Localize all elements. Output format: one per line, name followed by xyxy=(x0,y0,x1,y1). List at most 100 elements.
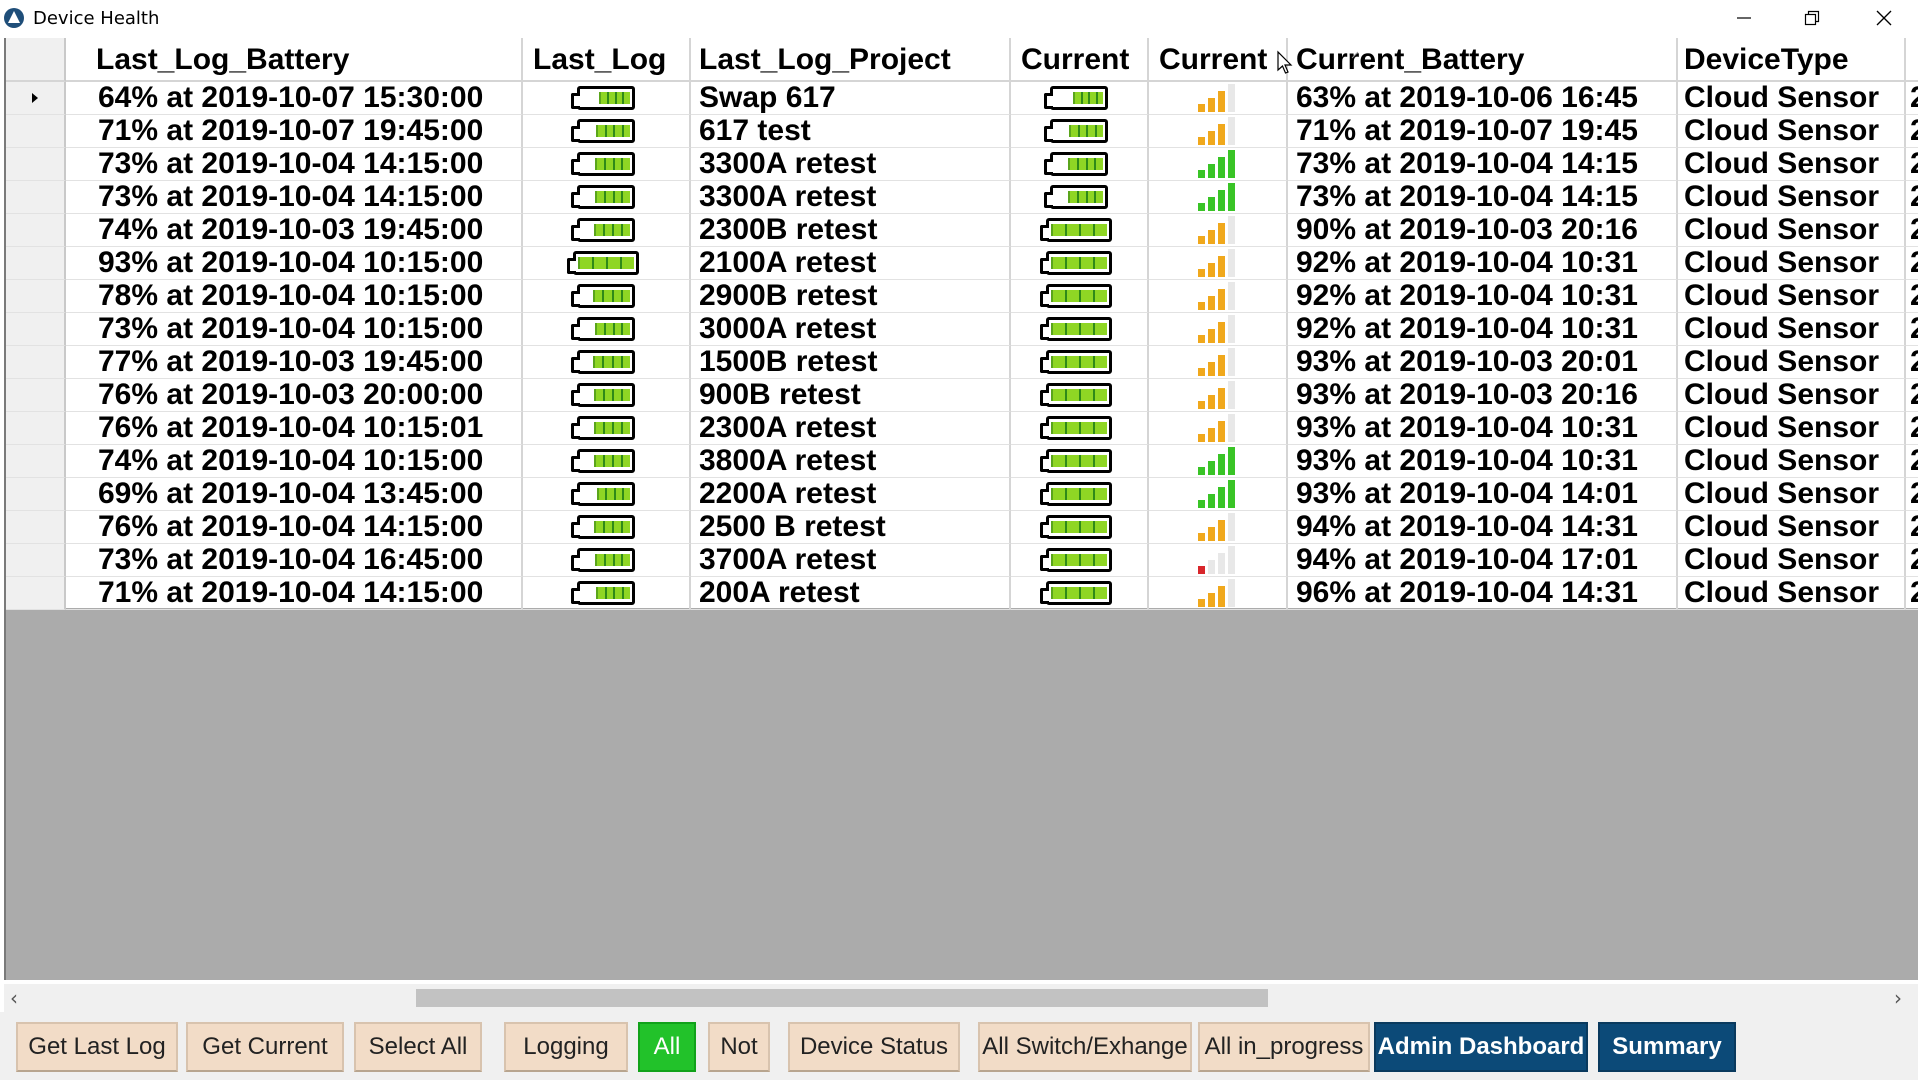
last-log-battery-cell[interactable]: 71% at 2019-10-04 14:15:00 xyxy=(66,577,523,610)
last-log-project-cell[interactable]: Swap 617 xyxy=(691,82,1011,115)
overflow-cell[interactable]: 2 xyxy=(1906,280,1918,313)
row-header[interactable] xyxy=(6,478,66,511)
device-type-cell[interactable]: Cloud Sensor xyxy=(1678,412,1906,445)
last-log-battery-icon-cell[interactable] xyxy=(523,280,691,313)
overflow-cell[interactable]: 2 xyxy=(1906,445,1918,478)
table-row[interactable]: 73% at 2019-10-04 14:15:00 3300A retest 73… xyxy=(6,181,1918,214)
overflow-cell[interactable]: 2 xyxy=(1906,478,1918,511)
horizontal-scrollbar[interactable]: ‹ › xyxy=(4,984,1918,1012)
device-type-cell[interactable]: Cloud Sensor xyxy=(1678,478,1906,511)
current-battery-cell[interactable]: 92% at 2019-10-04 10:31 xyxy=(1288,280,1678,313)
current-signal-cell[interactable] xyxy=(1149,544,1288,577)
get-current-button[interactable]: Get Current xyxy=(186,1022,344,1072)
table-row[interactable]: 71% at 2019-10-07 19:45:00 617 test 71% at… xyxy=(6,115,1918,148)
row-header[interactable] xyxy=(6,280,66,313)
restore-button[interactable] xyxy=(1778,0,1846,36)
device-type-cell[interactable]: Cloud Sensor xyxy=(1678,214,1906,247)
overflow-cell[interactable]: 2 xyxy=(1906,148,1918,181)
row-header[interactable] xyxy=(6,412,66,445)
current-battery-icon-cell[interactable] xyxy=(1011,148,1149,181)
overflow-cell[interactable]: 2 xyxy=(1906,313,1918,346)
current-signal-cell[interactable] xyxy=(1149,82,1288,115)
last-log-project-cell[interactable]: 3700A retest xyxy=(691,544,1011,577)
current-battery-cell[interactable]: 93% at 2019-10-04 10:31 xyxy=(1288,445,1678,478)
last-log-battery-icon-cell[interactable] xyxy=(523,544,691,577)
current-battery-cell[interactable]: 90% at 2019-10-03 20:16 xyxy=(1288,214,1678,247)
device-grid[interactable]: Last_Log_Battery Last_Log Last_Log_Proje… xyxy=(4,38,1918,980)
table-row[interactable]: 74% at 2019-10-03 19:45:00 2300B retest 90… xyxy=(6,214,1918,247)
column-header-current-signal[interactable]: Current xyxy=(1149,38,1288,82)
current-signal-cell[interactable] xyxy=(1149,412,1288,445)
last-log-battery-cell[interactable]: 93% at 2019-10-04 10:15:00 xyxy=(66,247,523,280)
current-signal-cell[interactable] xyxy=(1149,181,1288,214)
last-log-project-cell[interactable]: 2100A retest xyxy=(691,247,1011,280)
last-log-battery-cell[interactable]: 73% at 2019-10-04 14:15:00 xyxy=(66,181,523,214)
current-battery-icon-cell[interactable] xyxy=(1011,247,1149,280)
current-battery-icon-cell[interactable] xyxy=(1011,478,1149,511)
overflow-cell[interactable]: 2 xyxy=(1906,214,1918,247)
column-header-current-battery-icon[interactable]: Current xyxy=(1011,38,1149,82)
current-battery-cell[interactable]: 93% at 2019-10-03 20:01 xyxy=(1288,346,1678,379)
table-row[interactable]: 78% at 2019-10-04 10:15:00 2900B retest 92… xyxy=(6,280,1918,313)
current-signal-cell[interactable] xyxy=(1149,313,1288,346)
current-signal-cell[interactable] xyxy=(1149,511,1288,544)
last-log-battery-cell[interactable]: 69% at 2019-10-04 13:45:00 xyxy=(66,478,523,511)
column-header-overflow[interactable] xyxy=(1906,38,1918,82)
minimize-button[interactable] xyxy=(1710,0,1778,36)
current-battery-cell[interactable]: 93% at 2019-10-04 14:01 xyxy=(1288,478,1678,511)
current-battery-cell[interactable]: 73% at 2019-10-04 14:15 xyxy=(1288,181,1678,214)
last-log-battery-cell[interactable]: 74% at 2019-10-03 19:45:00 xyxy=(66,214,523,247)
table-row[interactable]: 74% at 2019-10-04 10:15:00 3800A retest 93… xyxy=(6,445,1918,478)
overflow-cell[interactable]: 2 xyxy=(1906,346,1918,379)
table-row[interactable]: 73% at 2019-10-04 10:15:00 3000A retest 92… xyxy=(6,313,1918,346)
last-log-battery-icon-cell[interactable] xyxy=(523,577,691,610)
row-header[interactable] xyxy=(6,82,66,115)
table-row[interactable]: 64% at 2019-10-07 15:30:00 Swap 617 63% at… xyxy=(6,82,1918,115)
current-battery-cell[interactable]: 71% at 2019-10-07 19:45 xyxy=(1288,115,1678,148)
select-all-button[interactable]: Select All xyxy=(354,1022,482,1072)
current-signal-cell[interactable] xyxy=(1149,379,1288,412)
logging-button[interactable]: Logging xyxy=(504,1022,628,1072)
device-type-cell[interactable]: Cloud Sensor xyxy=(1678,148,1906,181)
current-battery-icon-cell[interactable] xyxy=(1011,313,1149,346)
row-header[interactable] xyxy=(6,346,66,379)
last-log-battery-icon-cell[interactable] xyxy=(523,511,691,544)
current-signal-cell[interactable] xyxy=(1149,445,1288,478)
not-button[interactable]: Not xyxy=(708,1022,770,1072)
overflow-cell[interactable]: 2 xyxy=(1906,577,1918,610)
all-in-progress-button[interactable]: All in_progress xyxy=(1198,1022,1370,1072)
current-battery-icon-cell[interactable] xyxy=(1011,346,1149,379)
overflow-cell[interactable]: 2 xyxy=(1906,544,1918,577)
last-log-project-cell[interactable]: 2200A retest xyxy=(691,478,1011,511)
current-battery-cell[interactable]: 73% at 2019-10-04 14:15 xyxy=(1288,148,1678,181)
row-header[interactable] xyxy=(6,148,66,181)
table-row[interactable]: 76% at 2019-10-03 20:00:00 900B retest 93%… xyxy=(6,379,1918,412)
last-log-battery-icon-cell[interactable] xyxy=(523,478,691,511)
device-type-cell[interactable]: Cloud Sensor xyxy=(1678,445,1906,478)
overflow-cell[interactable]: 2 xyxy=(1906,511,1918,544)
close-button[interactable] xyxy=(1850,0,1918,36)
last-log-battery-icon-cell[interactable] xyxy=(523,379,691,412)
last-log-battery-cell[interactable]: 64% at 2019-10-07 15:30:00 xyxy=(66,82,523,115)
device-type-cell[interactable]: Cloud Sensor xyxy=(1678,346,1906,379)
table-row[interactable]: 76% at 2019-10-04 10:15:01 2300A retest 93… xyxy=(6,412,1918,445)
row-header[interactable] xyxy=(6,214,66,247)
overflow-cell[interactable]: 2 xyxy=(1906,115,1918,148)
current-battery-cell[interactable]: 93% at 2019-10-03 20:16 xyxy=(1288,379,1678,412)
column-header-last-log-battery[interactable]: Last_Log_Battery xyxy=(66,38,523,82)
last-log-project-cell[interactable]: 617 test xyxy=(691,115,1011,148)
last-log-project-cell[interactable]: 2900B retest xyxy=(691,280,1011,313)
overflow-cell[interactable]: 2 xyxy=(1906,247,1918,280)
device-type-cell[interactable]: Cloud Sensor xyxy=(1678,181,1906,214)
table-row[interactable]: 76% at 2019-10-04 14:15:00 2500 B retest 9… xyxy=(6,511,1918,544)
device-type-cell[interactable]: Cloud Sensor xyxy=(1678,280,1906,313)
current-battery-icon-cell[interactable] xyxy=(1011,445,1149,478)
row-header[interactable] xyxy=(6,247,66,280)
last-log-battery-icon-cell[interactable] xyxy=(523,445,691,478)
scroll-left-arrow-icon[interactable]: ‹ xyxy=(10,986,18,1010)
table-row[interactable]: 73% at 2019-10-04 16:45:00 3700A retest 94… xyxy=(6,544,1918,577)
last-log-project-cell[interactable]: 3000A retest xyxy=(691,313,1011,346)
last-log-battery-icon-cell[interactable] xyxy=(523,214,691,247)
current-signal-cell[interactable] xyxy=(1149,280,1288,313)
row-header[interactable] xyxy=(6,313,66,346)
